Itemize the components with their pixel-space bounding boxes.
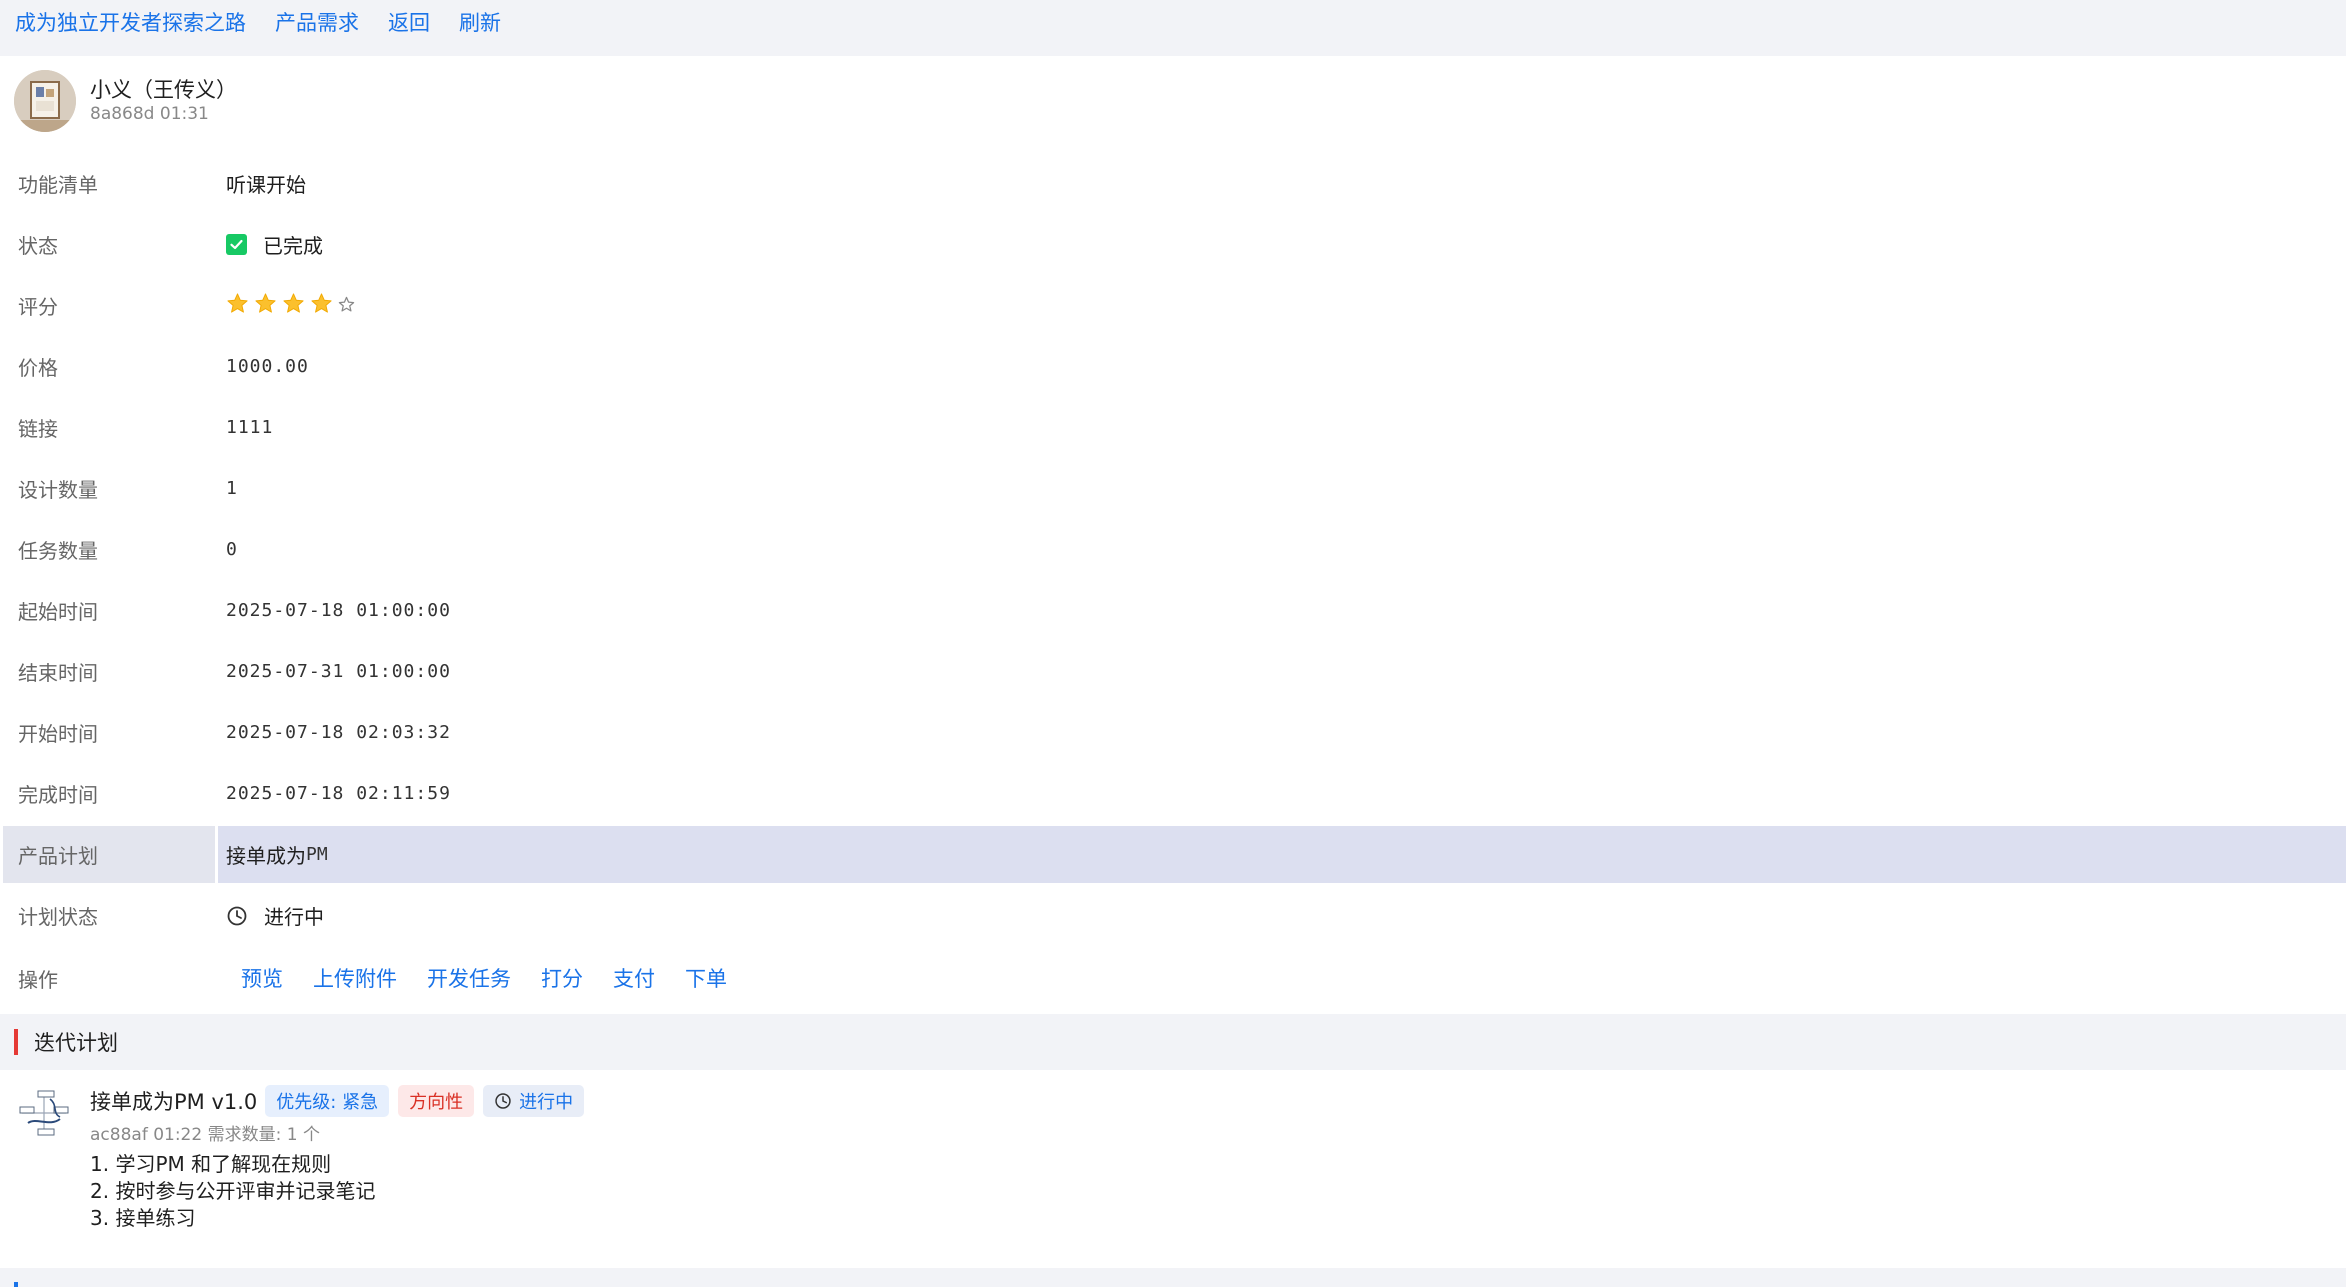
plan-name-suffix: PM xyxy=(306,844,328,865)
prop-label: 任务数量 xyxy=(18,539,98,563)
rate-link[interactable]: 打分 xyxy=(541,963,583,993)
property-table: 功能清单 听课开始 状态 已完成 评分 价格 1000.00 链接 1111 设… xyxy=(0,153,2346,1010)
star-rating[interactable] xyxy=(226,292,360,320)
prop-label: 产品计划 xyxy=(3,826,215,883)
author-name: 小义（王传义） xyxy=(90,78,237,102)
iteration-items: 1. 学习PM 和了解现在规则 2. 按时参与公开评审并记录笔记 3. 接单练习 xyxy=(90,1151,375,1232)
nav-link-project[interactable]: 成为独立开发者探索之路 xyxy=(15,7,246,37)
prop-label: 操作 xyxy=(18,967,58,992)
prop-label: 评分 xyxy=(18,295,58,319)
prop-row-task-count: 任务数量 0 xyxy=(0,519,2346,580)
prop-row-finish-time: 完成时间 2025-07-18 02:11:59 xyxy=(0,763,2346,824)
prop-label: 计划状态 xyxy=(18,905,98,929)
checkbox-checked-icon xyxy=(226,234,247,255)
iteration-title[interactable]: 接单成为PM v1.0 xyxy=(90,1086,257,1116)
prop-value-plan: 接单成为 PM xyxy=(218,826,2346,883)
clock-icon xyxy=(495,1093,511,1109)
direction-tag: 方向性 xyxy=(398,1085,475,1117)
status-tag: 进行中 xyxy=(483,1085,585,1117)
prop-value-task-count: 0 xyxy=(226,539,238,560)
prop-label: 设计数量 xyxy=(18,478,98,502)
order-link[interactable]: 下单 xyxy=(685,963,727,993)
prop-value-link: 1111 xyxy=(226,417,274,438)
prop-label: 结束时间 xyxy=(18,661,98,685)
prop-row-plan[interactable]: 产品计划 接单成为 PM xyxy=(0,824,2346,885)
iteration-meta: ac88af 01:22 需求数量: 1 个 xyxy=(90,1125,320,1145)
list-item: 1. 学习PM 和了解现在规则 xyxy=(90,1152,332,1176)
priority-tag: 优先级: 紧急 xyxy=(265,1085,390,1117)
plan-status-text: 进行中 xyxy=(264,905,324,929)
star-filled-icon[interactable] xyxy=(254,292,277,320)
list-item: 2. 按时参与公开评审并记录笔记 xyxy=(90,1179,376,1203)
prop-value-finish-time: 2025-07-18 02:11:59 xyxy=(226,783,451,804)
nav-link-back[interactable]: 返回 xyxy=(388,7,430,37)
pay-link[interactable]: 支付 xyxy=(613,963,655,993)
prop-value-plan-status: 进行中 xyxy=(218,887,2346,944)
prop-label: 开始时间 xyxy=(18,722,98,746)
prop-value-begin-time: 2025-07-18 02:03:32 xyxy=(226,722,451,743)
top-nav: 成为独立开发者探索之路 产品需求 返回 刷新 xyxy=(0,0,2346,56)
list-item: 3. 接单练习 xyxy=(90,1206,196,1230)
author-header: 小义（王传义） 8a868d 01:31 xyxy=(0,70,2346,150)
prop-label: 起始时间 xyxy=(18,600,98,624)
author-meta: 8a868d 01:31 xyxy=(90,104,209,124)
prop-label: 价格 xyxy=(18,356,58,380)
page: 成为独立开发者探索之路 产品需求 返回 刷新 小义（王传义） 8a868d 01… xyxy=(0,0,2346,1287)
next-section-accent xyxy=(14,1282,18,1287)
avatar[interactable] xyxy=(14,70,76,132)
preview-link[interactable]: 预览 xyxy=(241,963,283,993)
plan-name: 接单成为 xyxy=(226,844,306,868)
prop-row-status: 状态 已完成 xyxy=(0,214,2346,275)
prop-value-feature: 听课开始 xyxy=(226,173,306,197)
prop-row-end-time: 结束时间 2025-07-31 01:00:00 xyxy=(0,641,2346,702)
iteration-avatar xyxy=(14,1083,74,1143)
prop-label: 完成时间 xyxy=(18,783,98,807)
star-filled-icon[interactable] xyxy=(282,292,305,320)
clock-icon xyxy=(226,905,248,927)
prop-row-design-count: 设计数量 1 xyxy=(0,458,2346,519)
prop-row-plan-status: 计划状态 进行中 xyxy=(0,885,2346,946)
prop-row-start-time: 起始时间 2025-07-18 01:00:00 xyxy=(0,580,2346,641)
section-accent-bar xyxy=(14,1029,18,1055)
prop-value-status: 已完成 xyxy=(218,216,2346,273)
section-header-iterations: 迭代计划 xyxy=(0,1014,2346,1070)
prop-row-feature: 功能清单 听课开始 xyxy=(0,153,2346,214)
status-text: 已完成 xyxy=(263,234,323,258)
prop-value-rating xyxy=(218,277,2346,334)
prop-label: 功能清单 xyxy=(18,173,98,197)
prop-row-link: 链接 1111 xyxy=(0,397,2346,458)
prop-value-start-time: 2025-07-18 01:00:00 xyxy=(226,600,451,621)
prop-row-rating: 评分 xyxy=(0,275,2346,336)
next-section-strip xyxy=(0,1268,2346,1287)
status-tag-text: 进行中 xyxy=(519,1092,574,1113)
section-title: 迭代计划 xyxy=(34,1031,118,1055)
prop-row-price: 价格 1000.00 xyxy=(0,336,2346,397)
prop-row-begin-time: 开始时间 2025-07-18 02:03:32 xyxy=(0,702,2346,763)
star-empty-icon[interactable] xyxy=(338,294,355,318)
nav-link-refresh[interactable]: 刷新 xyxy=(459,7,501,37)
prop-value-design-count: 1 xyxy=(226,478,238,499)
prop-label: 状态 xyxy=(18,234,58,258)
prop-value-price: 1000.00 xyxy=(226,356,309,377)
star-filled-icon[interactable] xyxy=(226,292,249,320)
prop-value-end-time: 2025-07-31 01:00:00 xyxy=(226,661,451,682)
star-filled-icon[interactable] xyxy=(310,292,333,320)
action-links: 预览 上传附件 开发任务 打分 支付 下单 xyxy=(218,950,2346,1007)
nav-link-requirements[interactable]: 产品需求 xyxy=(275,7,359,37)
dev-task-link[interactable]: 开发任务 xyxy=(427,963,511,993)
prop-label: 链接 xyxy=(18,417,58,441)
upload-attachment-link[interactable]: 上传附件 xyxy=(313,963,397,993)
iteration-header: 接单成为PM v1.0 优先级: 紧急 方向性 进行中 xyxy=(90,1085,593,1117)
prop-row-actions: 操作 预览 上传附件 开发任务 打分 支付 下单 xyxy=(0,946,2346,1010)
